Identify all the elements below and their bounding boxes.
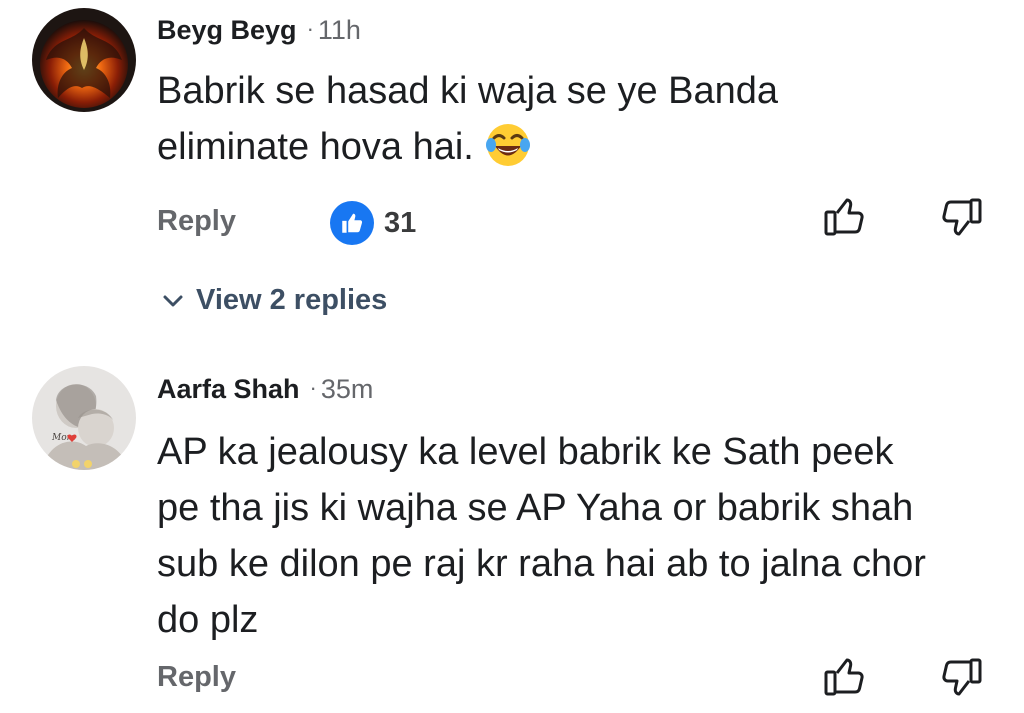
separator-dot: · xyxy=(309,375,317,400)
reaction-count: 31 xyxy=(384,206,417,239)
comment-text: AP ka jealousy ka level babrik ke Sath p… xyxy=(157,424,926,648)
comment-text-line: eliminate hova hai. xyxy=(157,119,778,175)
like-button[interactable] xyxy=(822,194,868,240)
view-replies-label: View 2 replies xyxy=(196,284,388,316)
dislike-button[interactable] xyxy=(938,194,984,240)
chevron-down-icon xyxy=(162,293,184,309)
author-name[interactable]: Beyg Beyg xyxy=(157,15,297,45)
thumbs-up-outline-icon xyxy=(824,198,864,236)
separator-dot: · xyxy=(306,16,314,41)
comment-text-line: pe tha jis ki wajha se AP Yaha or babrik… xyxy=(157,487,914,529)
comment-time: 11h xyxy=(317,15,361,45)
comment-time: 35m xyxy=(320,374,374,404)
like-reaction-icon xyxy=(330,201,374,245)
comment-text-line: sub ke dilon pe raj kr raha hai ab to ja… xyxy=(157,543,926,585)
reply-button[interactable]: Reply xyxy=(157,204,236,238)
avatar[interactable]: Mom xyxy=(32,366,136,470)
thumbs-up-outline-icon xyxy=(824,658,864,696)
view-replies-button[interactable]: View 2 replies xyxy=(162,284,387,317)
comment-text-line: Babrik se hasad ki waja se ye Banda xyxy=(157,70,779,112)
avatar[interactable] xyxy=(32,8,136,112)
thumbs-down-outline-icon xyxy=(942,198,982,236)
comment-header: Aarfa Shah · 35m xyxy=(157,372,373,408)
author-name[interactable]: Aarfa Shah xyxy=(157,374,300,404)
like-button[interactable] xyxy=(822,654,868,700)
comment-text-line: AP ka jealousy ka level babrik ke Sath p… xyxy=(157,431,894,473)
comment: Beyg Beyg · 11h Babrik se hasad ki waja se… xyxy=(0,0,1024,350)
dislike-button[interactable] xyxy=(938,654,984,700)
tears-of-joy-emoji-icon xyxy=(484,121,532,169)
reply-button[interactable]: Reply xyxy=(157,660,236,694)
thumbs-down-outline-icon xyxy=(942,658,982,696)
comment-text-line: do plz xyxy=(157,599,259,641)
reaction-summary[interactable]: 31 xyxy=(330,201,416,245)
comment-text-segment: eliminate hova hai. xyxy=(157,126,474,168)
phoenix-avatar-image xyxy=(32,8,136,112)
comment-header: Beyg Beyg · 11h xyxy=(157,13,361,49)
mother-child-sketch-avatar-image: Mom xyxy=(32,366,136,470)
comment-text: Babrik se hasad ki waja se ye Banda elim… xyxy=(157,63,778,175)
